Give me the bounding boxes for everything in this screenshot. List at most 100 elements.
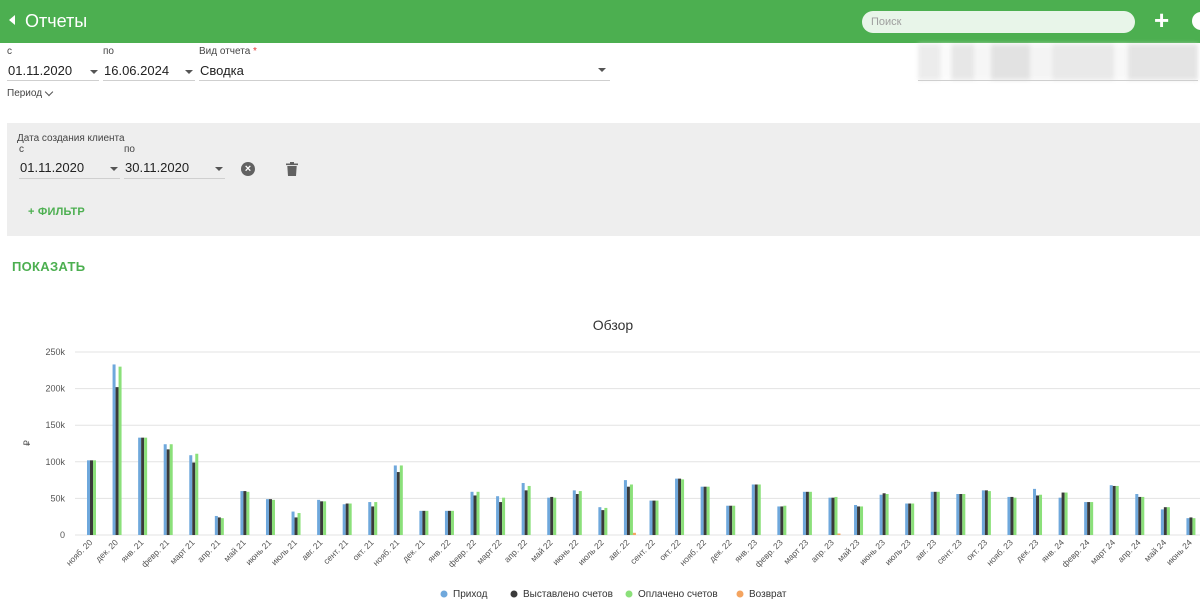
bar[interactable] <box>729 505 733 535</box>
bar[interactable] <box>805 491 809 535</box>
bar[interactable] <box>294 517 298 535</box>
bar[interactable] <box>476 491 480 535</box>
bar[interactable] <box>169 444 173 535</box>
chevron-down-icon[interactable] <box>215 167 223 171</box>
bar[interactable] <box>860 506 864 535</box>
bar[interactable] <box>1166 507 1170 535</box>
bar[interactable] <box>802 491 806 535</box>
bar[interactable] <box>572 490 576 535</box>
bar[interactable] <box>879 494 883 535</box>
bar[interactable] <box>166 449 170 535</box>
search-input[interactable] <box>862 11 1135 33</box>
bar[interactable] <box>981 490 985 535</box>
chevron-left-icon[interactable] <box>9 15 15 25</box>
bar[interactable] <box>473 495 477 535</box>
bar[interactable] <box>777 506 781 535</box>
report-type-select[interactable]: Сводка <box>200 63 244 78</box>
bar[interactable] <box>112 364 116 535</box>
bar[interactable] <box>141 437 145 535</box>
bar[interactable] <box>1186 518 1190 535</box>
bar[interactable] <box>214 515 218 535</box>
bar[interactable] <box>195 453 199 535</box>
bar[interactable] <box>1010 496 1014 535</box>
trash-icon[interactable] <box>286 162 298 176</box>
bar[interactable] <box>115 387 119 535</box>
bar[interactable] <box>547 497 551 535</box>
bar[interactable] <box>962 494 966 535</box>
bar[interactable] <box>1192 518 1196 535</box>
bar[interactable] <box>808 491 812 535</box>
bar[interactable] <box>368 502 372 535</box>
date-to-field[interactable]: 16.06.2024 <box>104 63 169 78</box>
bar[interactable] <box>959 494 963 535</box>
bar[interactable] <box>1036 495 1040 535</box>
bar[interactable] <box>601 510 605 535</box>
bar[interactable] <box>678 478 682 535</box>
clear-circle-icon[interactable]: × <box>241 162 255 176</box>
date-from-field[interactable]: 01.11.2020 <box>8 63 72 78</box>
legend-label[interactable]: Приход <box>453 589 488 599</box>
bar[interactable] <box>189 455 193 535</box>
bar[interactable] <box>1135 494 1139 535</box>
bar[interactable] <box>268 499 272 535</box>
bar[interactable] <box>217 517 221 535</box>
bar[interactable] <box>1064 492 1068 535</box>
bar[interactable] <box>1112 485 1116 535</box>
bar[interactable] <box>1087 502 1091 535</box>
bar[interactable] <box>882 493 886 535</box>
bar[interactable] <box>317 499 321 535</box>
bar[interactable] <box>1160 509 1164 535</box>
bar[interactable] <box>163 444 167 535</box>
bar[interactable] <box>754 484 758 535</box>
bar[interactable] <box>1039 494 1043 535</box>
legend-label[interactable]: Возврат <box>749 589 787 599</box>
bar[interactable] <box>936 491 940 535</box>
bar[interactable] <box>780 506 784 535</box>
bar[interactable] <box>1033 488 1037 535</box>
bar[interactable] <box>984 490 988 535</box>
bar[interactable] <box>348 503 352 535</box>
bar[interactable] <box>854 504 858 535</box>
bar[interactable] <box>399 465 403 535</box>
bar[interactable] <box>598 507 602 535</box>
bar[interactable] <box>265 499 269 535</box>
bar[interactable] <box>885 494 889 535</box>
bar[interactable] <box>783 505 787 535</box>
bar[interactable] <box>1058 497 1062 535</box>
bar[interactable] <box>930 491 934 535</box>
bar[interactable] <box>450 510 454 535</box>
bar[interactable] <box>87 460 90 535</box>
bar[interactable] <box>703 486 707 535</box>
chevron-down-icon[interactable] <box>185 70 193 74</box>
bar[interactable] <box>425 510 429 535</box>
bar[interactable] <box>320 501 324 535</box>
bar[interactable] <box>837 533 841 535</box>
bar[interactable] <box>632 532 636 535</box>
bar[interactable] <box>1084 502 1088 535</box>
bar[interactable] <box>246 491 250 535</box>
bar[interactable] <box>393 465 397 535</box>
bar[interactable] <box>550 496 554 535</box>
bar[interactable] <box>447 510 451 535</box>
bar[interactable] <box>655 500 659 535</box>
period-toggle[interactable]: Период <box>7 88 42 99</box>
bar[interactable] <box>496 496 500 535</box>
legend-label[interactable]: Оплачено счетов <box>638 589 718 599</box>
bar[interactable] <box>649 500 653 535</box>
bar[interactable] <box>956 494 960 535</box>
bar[interactable] <box>834 496 838 535</box>
bar[interactable] <box>90 460 93 535</box>
bar[interactable] <box>444 510 448 535</box>
bar[interactable] <box>1061 492 1065 535</box>
bar[interactable] <box>93 460 96 535</box>
bar[interactable] <box>604 507 608 535</box>
bar[interactable] <box>1141 496 1145 535</box>
bar[interactable] <box>732 505 736 535</box>
bar[interactable] <box>757 484 761 535</box>
bar[interactable] <box>419 510 423 535</box>
bar[interactable] <box>987 491 991 535</box>
chevron-down-icon[interactable] <box>110 167 118 171</box>
filter-date-to-field[interactable]: 30.11.2020 <box>125 160 189 175</box>
bar[interactable] <box>1138 496 1142 535</box>
bar[interactable] <box>499 502 503 535</box>
